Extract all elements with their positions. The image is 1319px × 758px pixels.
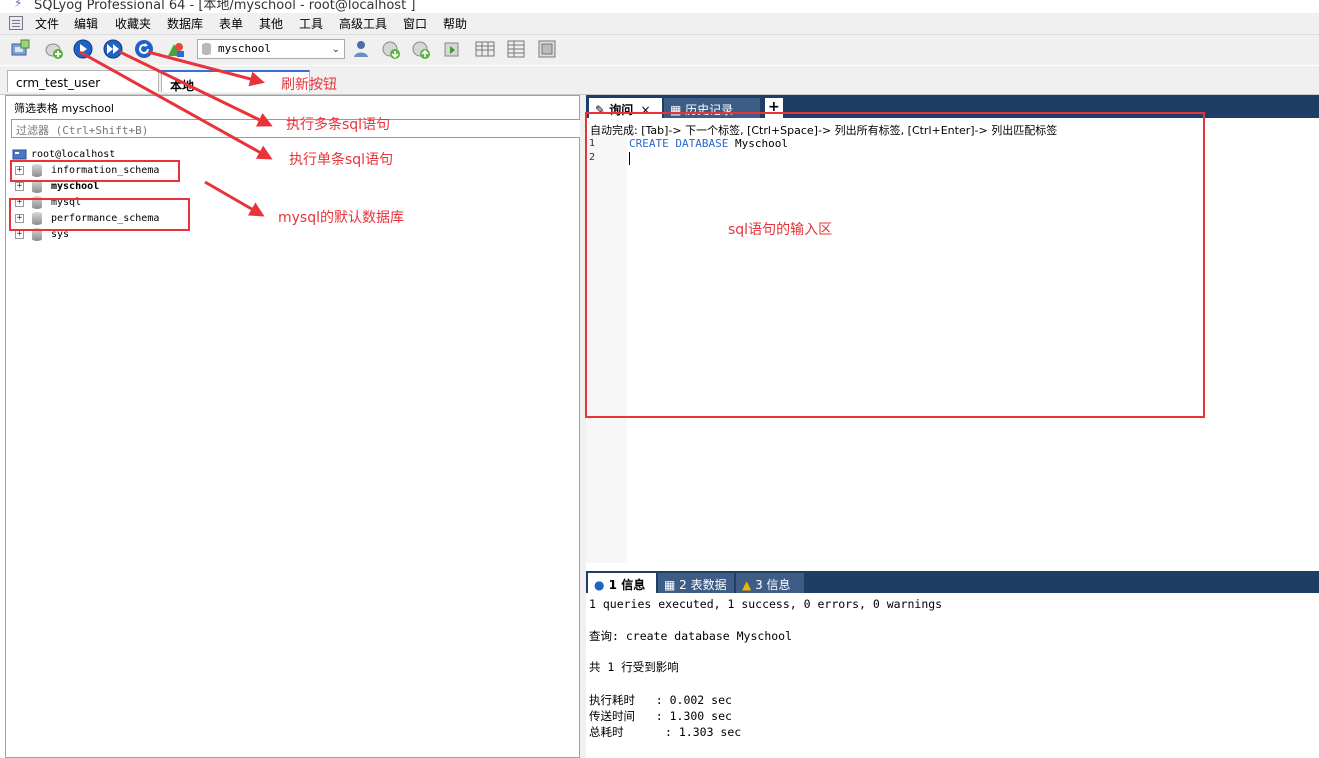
filter-label: 筛选表格 myschool (14, 102, 114, 115)
tab-message[interactable]: ● 1 信息 (588, 573, 656, 593)
expand-icon[interactable]: + (15, 182, 24, 191)
annotation-default-db: mysql的默认数据库 (278, 210, 404, 226)
menu-window[interactable]: 窗口 (403, 15, 427, 32)
chart-icon: ▲ (742, 578, 752, 592)
expand-icon[interactable]: + (15, 230, 24, 239)
object-browser: 筛选表格 myschool 过滤器 (Ctrl+Shift+B) root@lo… (5, 95, 584, 758)
tab-info-label: 3 信息 (755, 578, 791, 592)
menu-other[interactable]: 其他 (259, 15, 283, 32)
table-structure-icon (507, 40, 525, 58)
menu-file[interactable]: 文件 (35, 15, 59, 32)
annotation-box-default-dbs (9, 198, 190, 231)
result-messages: 1 queries executed, 1 success, 0 errors,… (586, 593, 1319, 758)
menu-table[interactable]: 表单 (219, 15, 243, 32)
refresh-button[interactable] (133, 38, 155, 60)
tab-table-data[interactable]: ▦ 2 表数据 (658, 573, 734, 593)
annotation-exec-single: 执行单条sql语句 (289, 152, 394, 168)
connection-tab-bar: crm_test_user 本地 (0, 66, 1319, 95)
chevron-down-icon: ⌄ (331, 44, 340, 55)
restore-database-icon (412, 41, 430, 59)
schema-designer-button[interactable] (165, 38, 187, 60)
menu-help[interactable]: 帮助 (443, 15, 467, 32)
import-button[interactable] (441, 38, 463, 60)
result-query: 查询: create database Myschool (589, 629, 793, 643)
execute-query-button[interactable] (72, 38, 94, 60)
window-title: SQLyog Professional 64 - [本地/myschool - … (34, 0, 416, 12)
menu-tools[interactable]: 工具 (299, 15, 323, 32)
import-icon (444, 42, 459, 57)
result-transfer-time: 传送时间 : 1.300 sec (589, 709, 732, 723)
tree-root-label: root@localhost (31, 149, 116, 160)
result-exec-time: 执行耗时 : 0.002 sec (589, 693, 732, 707)
toolbar: myschool ⌄ (0, 35, 1319, 65)
table-data-button[interactable] (474, 38, 496, 60)
app-menu-icon[interactable] (9, 16, 23, 30)
schema-designer-icon (168, 43, 184, 57)
table-data-icon: ▦ (664, 578, 676, 592)
user-manager-button[interactable] (350, 38, 372, 60)
annotation-exec-multi: 执行多条sql语句 (286, 117, 391, 133)
menu-edit[interactable]: 编辑 (74, 15, 98, 32)
user-manager-icon (354, 41, 368, 57)
annotation-box-information-schema (10, 160, 180, 182)
backup-database-icon (382, 41, 400, 59)
backup-database-button[interactable] (380, 38, 402, 60)
annotation-refresh: 刷新按钮 (281, 77, 337, 93)
refresh-icon (135, 40, 153, 58)
annotation-box-input-area (585, 112, 1205, 418)
connection-tab-crm-test-user[interactable]: crm_test_user (7, 70, 159, 92)
table-index-button[interactable] (536, 38, 558, 60)
result-total-time: 总耗时 : 1.303 sec (589, 725, 742, 739)
table-structure-button[interactable] (505, 38, 527, 60)
menu-advanced-tools[interactable]: 高级工具 (339, 15, 387, 32)
result-tab-bar: ● 1 信息 ▦ 2 表数据 ▲ 3 信息 (586, 571, 1319, 593)
menu-favorites[interactable]: 收藏夹 (115, 15, 151, 32)
execute-all-queries-button[interactable] (102, 38, 124, 60)
menu-bar: 文件 编辑 收藏夹 数据库 表单 其他 工具 高级工具 窗口 帮助 (0, 13, 1319, 35)
sqlyog-logo-icon: ⚡ (14, 0, 23, 10)
tab-message-label: 1 信息 (608, 578, 646, 592)
new-connection-button[interactable] (9, 38, 31, 60)
table-index-icon (538, 40, 556, 58)
tab-info[interactable]: ▲ 3 信息 (736, 573, 804, 593)
database-selector-value: myschool (218, 42, 271, 55)
new-connection-plus-button[interactable] (43, 38, 65, 60)
result-summary: 1 queries executed, 1 success, 0 errors,… (589, 597, 943, 611)
new-connection-icon (11, 39, 30, 56)
tab-table-data-label: 2 表数据 (679, 578, 727, 592)
tree-item-label: myschool (51, 181, 100, 192)
info-icon: ● (594, 578, 605, 592)
annotation-input-area: sql语句的输入区 (728, 222, 833, 238)
database-icon (202, 43, 211, 55)
restore-database-button[interactable] (410, 38, 432, 60)
menu-database[interactable]: 数据库 (167, 15, 203, 32)
title-bar: ⚡ SQLyog Professional 64 - [本地/myschool … (0, 0, 1319, 12)
execute-query-icon (73, 39, 93, 59)
new-connection-plus-icon (45, 43, 63, 59)
execute-all-queries-icon (103, 39, 123, 59)
database-selector[interactable]: myschool ⌄ (197, 39, 345, 59)
result-affected-rows: 共 1 行受到影响 (589, 660, 679, 674)
table-data-icon (475, 41, 495, 57)
